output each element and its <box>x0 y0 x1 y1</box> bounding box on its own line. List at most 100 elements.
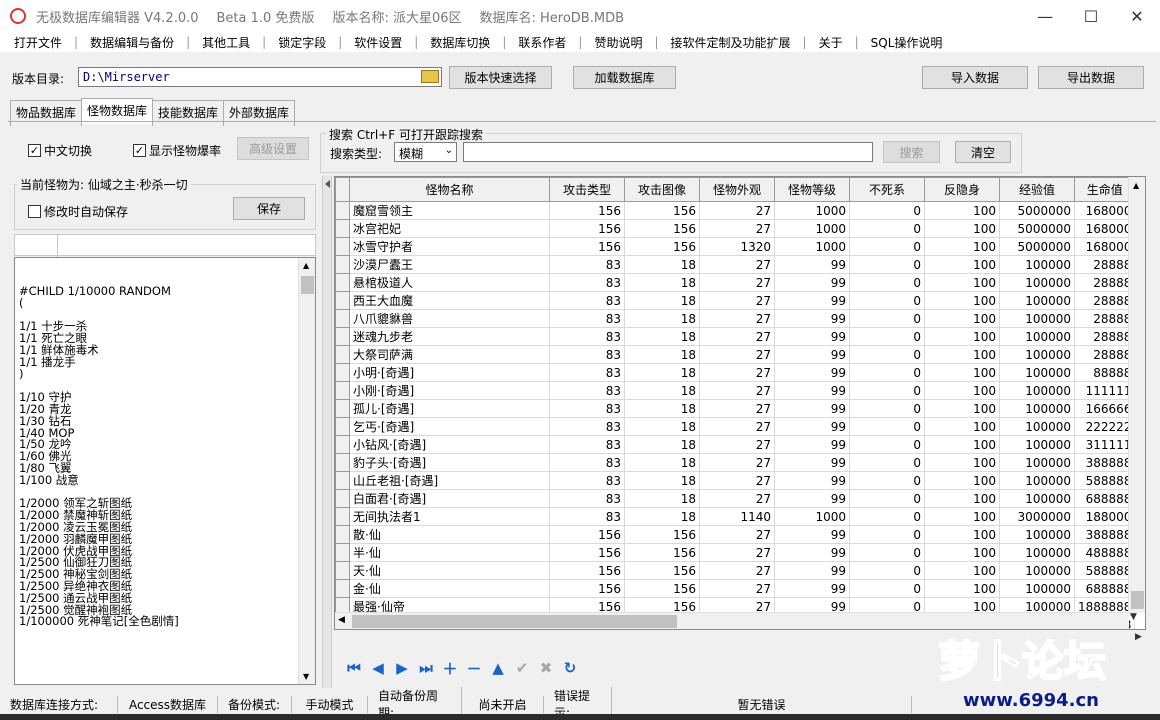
table-cell[interactable]: 0 <box>849 363 925 382</box>
first-icon[interactable]: ⏮ <box>344 658 364 678</box>
row-indicator[interactable] <box>335 201 350 220</box>
monster-grid[interactable]: 怪物名称 攻击类型 攻击图像 怪物外观 怪物等级 不死系 反隐身 经验值 生命值 魔窟雪领主 15… <box>334 176 1146 630</box>
table-cell[interactable]: 156 <box>624 579 700 598</box>
table-cell[interactable]: 83 <box>549 417 625 436</box>
maximize-button[interactable]: ☐ <box>1068 0 1114 32</box>
table-cell[interactable]: 5000000 <box>999 237 1075 256</box>
column-header[interactable]: 生命值 <box>1073 177 1136 202</box>
table-cell[interactable]: 100 <box>924 435 1000 454</box>
menu-item[interactable]: 打开文件 <box>8 34 68 51</box>
row-indicator[interactable] <box>335 543 350 562</box>
close-button[interactable]: ✕ <box>1114 0 1160 32</box>
search-button[interactable]: 搜索 <box>883 141 940 163</box>
table-cell[interactable]: 18 <box>624 417 700 436</box>
next-icon[interactable]: ▶ <box>392 658 412 678</box>
table-cell[interactable]: 100 <box>924 489 1000 508</box>
table-row[interactable]: 散·仙 156 156 27 99 0 100 100000 388888 <box>335 525 1136 544</box>
scroll-up-icon[interactable]: ▲ <box>303 261 309 270</box>
table-cell[interactable]: 111111 <box>1073 381 1136 400</box>
table-cell[interactable]: 金·仙 <box>349 579 550 598</box>
table-cell[interactable]: 0 <box>849 507 925 526</box>
table-cell[interactable]: 156 <box>624 201 700 220</box>
table-row[interactable]: 西王大血魔 83 18 27 99 0 100 100000 28888 <box>335 291 1136 310</box>
menu-item[interactable]: 锁定字段 <box>272 34 332 51</box>
menu-item[interactable]: 赞助说明 <box>588 34 648 51</box>
table-cell[interactable]: 27 <box>699 489 775 508</box>
table-cell[interactable]: 99 <box>774 255 850 274</box>
table-cell[interactable]: 27 <box>699 309 775 328</box>
table-cell[interactable]: 18 <box>624 345 700 364</box>
tab-items[interactable]: 物品数据库 <box>10 100 83 126</box>
table-cell[interactable]: 99 <box>774 345 850 364</box>
table-cell[interactable]: 18 <box>624 255 700 274</box>
menu-item[interactable]: 数据库切换 <box>424 34 496 51</box>
column-header[interactable]: 怪物等级 <box>774 177 850 202</box>
column-header[interactable]: 经验值 <box>999 177 1075 202</box>
table-cell[interactable]: 0 <box>849 579 925 598</box>
table-cell[interactable]: 156 <box>549 543 625 562</box>
table-cell[interactable]: 168000 <box>1073 201 1136 220</box>
table-cell[interactable]: 99 <box>774 363 850 382</box>
table-cell[interactable]: 588888 <box>1073 471 1136 490</box>
table-cell[interactable]: 1140 <box>699 507 775 526</box>
table-cell[interactable]: 27 <box>699 327 775 346</box>
table-cell[interactable]: 27 <box>699 363 775 382</box>
table-cell[interactable]: 豹子头·[奇遇] <box>349 453 550 472</box>
table-cell[interactable]: 18 <box>624 381 700 400</box>
table-cell[interactable]: 27 <box>699 543 775 562</box>
post-icon[interactable]: ✔ <box>512 658 532 678</box>
table-cell[interactable]: 27 <box>699 219 775 238</box>
table-row[interactable]: 金·仙 156 156 27 99 0 100 100000 688888 <box>335 579 1136 598</box>
table-cell[interactable]: 28888 <box>1073 273 1136 292</box>
table-cell[interactable]: 83 <box>549 489 625 508</box>
table-cell[interactable]: 99 <box>774 327 850 346</box>
table-cell[interactable]: 99 <box>774 309 850 328</box>
table-cell[interactable]: 小刚·[奇遇] <box>349 381 550 400</box>
menu-item[interactable]: 数据编辑与备份 <box>84 34 180 51</box>
table-cell[interactable]: 100 <box>924 219 1000 238</box>
row-indicator[interactable] <box>335 579 350 598</box>
table-cell[interactable]: 18 <box>624 471 700 490</box>
table-cell[interactable]: 83 <box>549 471 625 490</box>
row-indicator[interactable] <box>335 489 350 508</box>
table-cell[interactable]: 83 <box>549 345 625 364</box>
table-cell[interactable]: 83 <box>549 453 625 472</box>
table-cell[interactable]: 0 <box>849 255 925 274</box>
table-cell[interactable]: 半·仙 <box>349 543 550 562</box>
row-indicator[interactable] <box>335 453 350 472</box>
table-cell[interactable]: 西王大血魔 <box>349 291 550 310</box>
table-cell[interactable]: 28888 <box>1073 327 1136 346</box>
table-cell[interactable]: 100000 <box>999 579 1075 598</box>
table-cell[interactable]: 100000 <box>999 525 1075 544</box>
table-cell[interactable]: 27 <box>699 579 775 598</box>
table-cell[interactable]: 100 <box>924 561 1000 580</box>
table-cell[interactable]: 0 <box>849 543 925 562</box>
table-cell[interactable]: 100 <box>924 345 1000 364</box>
table-cell[interactable]: 100 <box>924 291 1000 310</box>
table-cell[interactable]: 388888 <box>1073 453 1136 472</box>
table-cell[interactable]: 0 <box>849 417 925 436</box>
table-cell[interactable]: 18 <box>624 327 700 346</box>
table-cell[interactable]: 156 <box>624 237 700 256</box>
table-row[interactable]: 沙漠尸蠹王 83 18 27 99 0 100 100000 28888 <box>335 255 1136 274</box>
table-cell[interactable]: 0 <box>849 291 925 310</box>
menu-item[interactable]: 关于 <box>813 34 849 51</box>
table-cell[interactable]: 156 <box>624 219 700 238</box>
table-cell[interactable]: 100 <box>924 507 1000 526</box>
table-cell[interactable]: 28888 <box>1073 255 1136 274</box>
table-cell[interactable]: 588888 <box>1073 561 1136 580</box>
table-cell[interactable]: 156 <box>549 525 625 544</box>
table-cell[interactable]: 冰宫祀妃 <box>349 219 550 238</box>
insert-icon[interactable]: ＋ <box>440 658 460 678</box>
table-cell[interactable]: 100 <box>924 453 1000 472</box>
table-row[interactable]: 悬棺极道人 83 18 27 99 0 100 100000 28888 <box>335 273 1136 292</box>
table-cell[interactable]: 83 <box>549 507 625 526</box>
row-indicator[interactable] <box>335 309 350 328</box>
table-cell[interactable]: 28888 <box>1073 291 1136 310</box>
column-header[interactable]: 攻击图像 <box>624 177 700 202</box>
menu-item[interactable]: 软件设置 <box>348 34 408 51</box>
table-cell[interactable]: 1320 <box>699 237 775 256</box>
table-cell[interactable]: 168000 <box>1073 237 1136 256</box>
column-header[interactable]: 不死系 <box>849 177 925 202</box>
folder-icon[interactable] <box>421 70 439 83</box>
